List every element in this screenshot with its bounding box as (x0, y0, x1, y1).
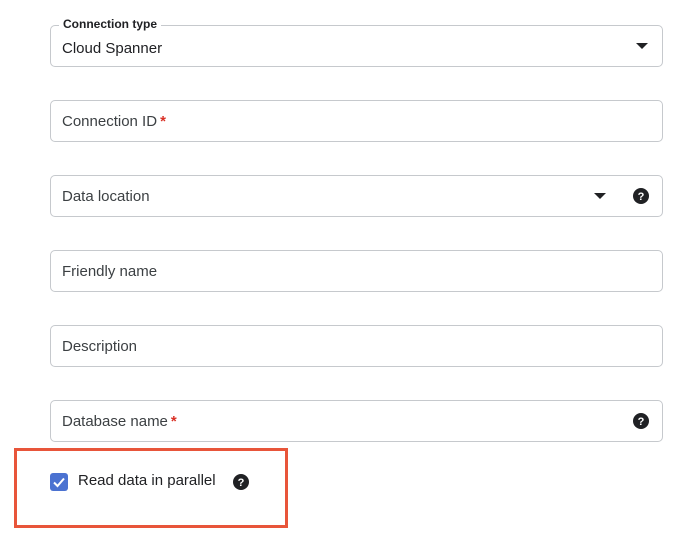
checkmark-icon (53, 477, 65, 488)
connection-id-label: Connection ID * (62, 113, 166, 130)
description-label: Description (62, 338, 138, 355)
help-icon[interactable]: ? (233, 474, 249, 490)
connection-type-value: Cloud Spanner (62, 40, 163, 57)
database-name-field[interactable]: Database name * ? (50, 400, 663, 442)
connection-type-label: Connection type (59, 17, 162, 31)
description-field[interactable]: Description (50, 325, 663, 367)
help-icon[interactable]: ? (633, 188, 649, 204)
data-location-label: Data location (62, 188, 150, 205)
read-parallel-label: Read data in parallel (78, 472, 216, 489)
help-icon[interactable]: ? (633, 413, 649, 429)
svg-text:?: ? (638, 416, 645, 428)
chevron-down-icon[interactable] (636, 43, 648, 49)
data-location-select[interactable]: Data location ? (50, 175, 663, 217)
database-name-label: Database name * (62, 413, 177, 430)
friendly-name-label: Friendly name (62, 263, 158, 280)
svg-text:?: ? (638, 191, 645, 203)
read-parallel-checkbox[interactable] (50, 473, 68, 491)
chevron-down-icon[interactable] (594, 193, 606, 199)
required-marker: * (170, 413, 177, 430)
connection-type-select[interactable]: Connection type Cloud Spanner (50, 17, 663, 67)
required-marker: * (160, 113, 166, 130)
svg-text:?: ? (238, 477, 245, 489)
connection-id-field[interactable]: Connection ID * (50, 100, 663, 142)
connection-form: Connection type Cloud Spanner Connection… (0, 0, 700, 549)
friendly-name-field[interactable]: Friendly name (50, 250, 663, 292)
